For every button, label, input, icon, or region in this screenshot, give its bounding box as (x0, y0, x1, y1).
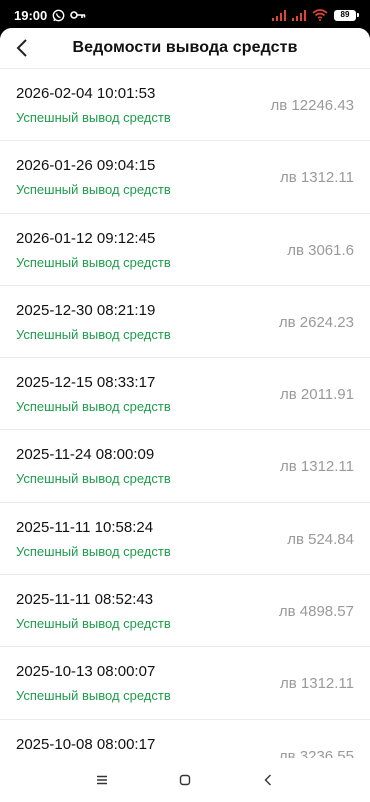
withdrawal-status: Успешный вывод средств (16, 616, 171, 632)
withdrawal-status: Успешный вывод средств (16, 326, 171, 342)
withdrawal-row[interactable]: 2025-11-11 08:52:43 Успешный вывод средс… (0, 574, 370, 647)
withdrawal-row[interactable]: 2025-11-11 10:58:24 Успешный вывод средс… (0, 501, 370, 575)
withdrawal-amount: лв 524.84 (287, 530, 354, 548)
withdrawal-status: Успешный вывод средств (16, 182, 171, 198)
withdrawal-status: Успешный вывод средств (16, 471, 171, 487)
withdrawal-row[interactable]: 2025-12-30 08:21:19 Успешный вывод средс… (0, 284, 370, 358)
status-bar: 19:00 89 (0, 0, 370, 30)
withdrawal-row[interactable]: 2026-01-12 09:12:45 Успешный вывод средс… (0, 212, 370, 285)
menu-button[interactable] (82, 765, 122, 795)
withdrawal-status: Успешный вывод средств (16, 543, 171, 559)
withdrawal-amount: лв 3061.6 (287, 241, 354, 259)
withdrawal-row[interactable]: 2025-10-13 08:00:07 Успешный вывод средс… (0, 646, 370, 719)
withdrawal-date: 2026-01-26 09:04:15 (16, 157, 156, 175)
withdrawal-row[interactable]: 2025-12-15 08:33:17 Успешный вывод средс… (0, 357, 370, 430)
withdrawal-date: 2025-11-24 08:00:09 (16, 446, 155, 464)
withdrawal-date: 2025-10-13 08:00:07 (16, 663, 156, 681)
page-title: Ведомости вывода средств (72, 39, 298, 56)
withdrawal-row[interactable]: 2026-02-04 10:01:53 Успешный вывод средс… (0, 68, 370, 141)
menu-icon (96, 775, 107, 785)
battery-icon: 89 (334, 9, 359, 21)
system-back-button[interactable] (248, 765, 288, 795)
signal-icon (292, 9, 306, 21)
withdrawal-amount: лв 1312.11 (280, 169, 354, 187)
home-icon (179, 774, 191, 786)
withdrawal-date: 2025-11-11 08:52:43 (16, 591, 154, 609)
withdrawal-status: Успешный вывод средств (16, 110, 171, 125)
withdrawal-amount: лв 2011.91 (280, 386, 354, 404)
status-time: 19:00 (14, 7, 48, 23)
chevron-left-icon (16, 39, 27, 57)
back-button[interactable] (8, 34, 36, 62)
status-bar-left: 19:00 (14, 8, 86, 23)
withdrawal-status: Успешный вывод средств (16, 688, 171, 704)
withdrawal-date: 2025-12-30 08:21:19 (16, 301, 156, 319)
withdrawal-amount: лв 1312.11 (280, 458, 354, 476)
withdrawal-statements-screen: Ведомости вывода средств 2026-02-04 10:0… (0, 28, 370, 802)
header: Ведомости вывода средств (0, 28, 370, 68)
key-icon (70, 10, 86, 20)
wifi-icon (312, 9, 328, 21)
withdrawal-date: 2026-01-12 09:12:45 (16, 229, 156, 247)
signal-icon (272, 9, 286, 21)
withdrawal-amount: лв 4898.57 (278, 603, 354, 621)
whatsapp-icon (52, 9, 65, 22)
back-icon (264, 774, 272, 786)
withdrawal-row[interactable]: 2026-01-26 09:04:15 Успешный вывод средс… (0, 140, 370, 213)
withdrawal-amount: лв 12246.43 (270, 97, 354, 114)
withdrawal-status: Успешный вывод средств (16, 254, 171, 270)
home-button[interactable] (165, 765, 205, 795)
withdrawal-amount: лв 2624.23 (278, 313, 354, 331)
withdrawal-row[interactable]: 2025-11-24 08:00:09 Успешный вывод средс… (0, 429, 370, 502)
system-nav-bar (0, 758, 370, 802)
status-bar-right: 89 (272, 9, 359, 21)
withdrawal-amount: лв 1312.11 (280, 675, 354, 693)
withdrawal-date: 2025-12-15 08:33:17 (16, 374, 156, 392)
withdrawal-date: 2025-10-08 08:00:17 (16, 735, 156, 753)
withdrawal-date: 2026-02-04 10:01:53 (16, 85, 156, 102)
withdrawal-date: 2025-11-11 10:58:24 (16, 518, 154, 536)
withdrawal-list: 2026-02-04 10:01:53 Успешный вывод средс… (0, 68, 370, 791)
withdrawal-status: Успешный вывод средств (16, 399, 171, 415)
